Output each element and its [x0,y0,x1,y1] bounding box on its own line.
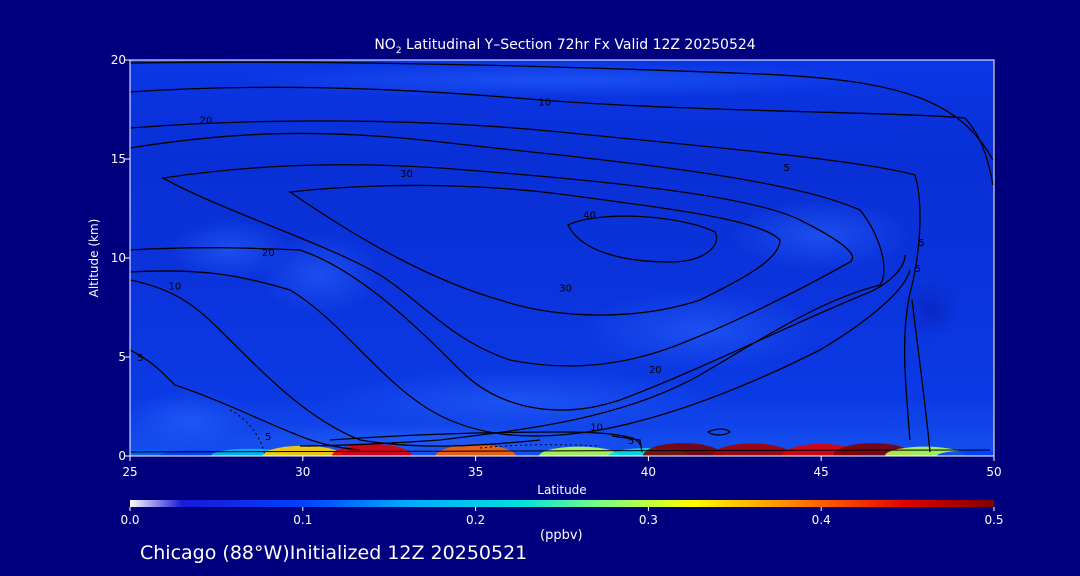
y-tick-label: 15 [111,152,126,166]
x-tick-label: 50 [986,465,1001,479]
x-tick-label: 25 [122,465,137,479]
contour-label: 20 [649,365,662,376]
plot-area: 10 20 30 40 20 30 10 20 10 5 5 5 5 5 5 [130,60,994,456]
colorbar-unit: (ppbv) [540,528,583,543]
contour-label: 5 [137,353,143,364]
chart: NO2 Latitudinal Y–Section 72hr Fx Valid … [87,37,1004,527]
contour-label: 30 [559,284,572,295]
contour-label: 5 [915,264,921,275]
footer-location: Chicago (88°W) [140,542,290,564]
contour-label: 20 [262,248,275,259]
x-tick-label: 35 [468,465,483,479]
y-axis: 0 5 10 15 20 [111,53,130,463]
colorbar-tick-label: 0.2 [466,513,485,527]
contour-label: 5 [628,436,634,447]
contour-label: 5 [265,432,271,443]
colorbar-tick-label: 0.1 [293,513,312,527]
contour-label: 30 [400,169,413,180]
y-axis-label: Altitude (km) [87,219,101,298]
contour-label: 10 [590,422,603,433]
contour-label: 5 [783,163,789,174]
x-tick-label: 45 [814,465,829,479]
colorbar: 0.0 0.1 0.2 0.3 0.4 0.5 [120,500,1004,527]
x-tick-label: 40 [641,465,656,479]
x-axis-label: Latitude [537,483,586,497]
colorbar-gradient [130,500,994,507]
contour-label: 10 [169,282,182,293]
y-tick-label: 20 [111,53,126,67]
contour-label: 20 [200,115,213,126]
y-tick-label: 5 [118,350,126,364]
contour-label: 40 [583,210,596,221]
contour-label: 5 [918,238,924,249]
y-tick-label: 10 [111,251,126,265]
chart-title: NO2 Latitudinal Y–Section 72hr Fx Valid … [374,37,755,56]
colorbar-tick-label: 0.4 [812,513,831,527]
x-axis: 25 30 35 40 45 50 [122,456,1002,479]
colorbar-ticks: 0.0 0.1 0.2 0.3 0.4 0.5 [120,507,1004,527]
contour-label: 10 [538,98,551,109]
colorbar-tick-label: 0.5 [984,513,1003,527]
footer-caption: Chicago (88°W)Initialized 12Z 20250521 [140,542,527,564]
y-tick-label: 0 [118,449,126,463]
colorbar-tick-label: 0.0 [120,513,139,527]
x-tick-label: 30 [295,465,310,479]
colorbar-tick-label: 0.3 [639,513,658,527]
footer-initialized: Initialized 12Z 20250521 [289,542,528,564]
